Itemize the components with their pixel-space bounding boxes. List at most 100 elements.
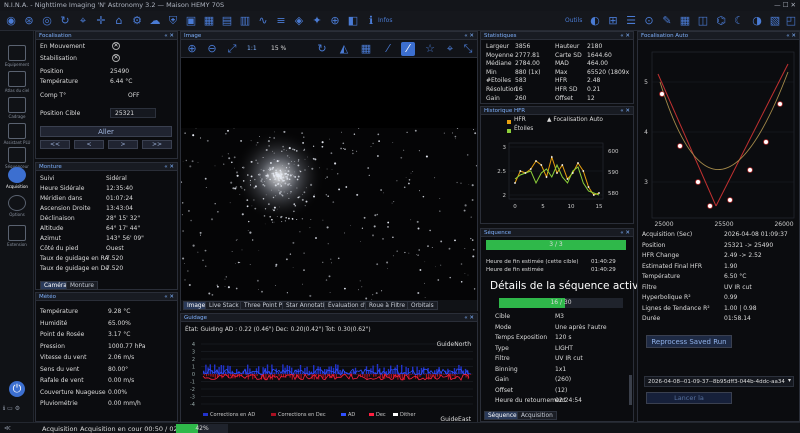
sidebar-item-cadrage[interactable]: Cadrage [1,97,33,119]
tool2-icon[interactable]: ⊞ [606,14,620,28]
rotator-icon[interactable]: ↻ [58,14,72,28]
status-label: Acquisition [42,425,78,433]
move-left-large-button[interactable]: << [40,140,70,149]
dome-icon[interactable]: ⌂ [112,14,126,28]
panel-close-icon[interactable]: « ✕ [164,163,174,171]
tab-star-annotation[interactable]: Star Annotati [282,301,329,310]
tab-acquisition[interactable]: Acquisition [517,411,557,420]
sidebar-item-acquisition[interactable]: Acquisition [1,167,33,189]
tab-sequence[interactable]: Séquence [484,411,521,420]
move-right-large-button[interactable]: >> [142,140,172,149]
panel-close-icon[interactable]: « ✕ [620,107,630,115]
move-right-button[interactable]: > [108,140,138,149]
weather-row-label: Sens du vent [40,365,80,373]
autofocus-icon[interactable]: ◈ [292,14,306,28]
saved-run-select[interactable]: 2026-04-08--01-09-37--8b95dff3-044b-4ddc… [644,376,794,387]
layers-icon[interactable]: ◧ [346,14,360,28]
infos-label[interactable]: Infos [378,17,392,24]
tab-orbitals[interactable]: Orbitals [407,301,438,310]
zoom-fit-icon[interactable]: ⤢ [225,42,239,56]
focuser-icon[interactable]: ◎ [40,14,54,28]
sidebar-item-options[interactable]: Options [1,195,33,217]
panel-close-icon[interactable]: « ✕ [620,32,630,40]
dec-correction-bar [357,374,359,375]
info-icon[interactable]: ℹ [364,14,378,28]
tool5-icon[interactable]: ✎ [660,14,674,28]
star-detect-icon[interactable]: ☆ [423,42,437,56]
plate-solve-icon[interactable]: ⤡ [461,42,475,56]
tool3-icon[interactable]: ☰ [624,14,638,28]
target-input[interactable]: 25321 [110,108,156,118]
move-left-button[interactable]: < [74,140,104,149]
sidebar-footer-icons[interactable]: ℹ ▭ ⚙ [3,405,20,412]
tool8-icon[interactable]: ⌬ [714,14,728,28]
reprocess-button[interactable]: Reprocess Saved Run [646,335,732,348]
sequence-icon[interactable]: ≡ [274,14,288,28]
tool11-icon[interactable]: ▧ [768,14,782,28]
switch-icon[interactable]: ⚙ [130,14,144,28]
panel-close-icon[interactable]: « ✕ [620,229,630,237]
chart-icon[interactable]: ▥ [238,14,252,28]
panel-close-icon[interactable]: « ✕ [164,32,174,40]
stats-icon[interactable]: ▤ [220,14,234,28]
window-controls[interactable]: — ☐ ✕ [774,0,796,11]
debayer-icon[interactable]: ⁄ [401,42,415,56]
power-icon[interactable]: ⏻ [9,381,25,397]
polar-icon[interactable]: ✦ [310,14,324,28]
sidebar-item-atlas[interactable]: Atlas du ciel [1,71,33,93]
safety-icon[interactable]: ⛨ [166,14,180,28]
weather-icon[interactable]: ☁ [148,14,162,28]
chevron-down-icon[interactable]: ▾ [788,377,791,384]
tool9-icon[interactable]: ☾ [732,14,746,28]
tab-three-point[interactable]: Three Point P [240,301,287,310]
guide-graph-icon[interactable]: ∿ [256,14,270,28]
panel-close-icon[interactable]: « ✕ [464,314,474,322]
telescope-icon[interactable]: ⌖ [76,14,90,28]
panel-close-icon[interactable]: « ✕ [164,293,174,301]
af-row-label: Température [642,273,681,280]
tool12-icon[interactable]: ◰ [784,14,798,28]
panel-close-icon[interactable]: « ✕ [464,32,474,40]
load-run-button[interactable]: Lancer la [646,392,732,404]
sequence-scrollbar[interactable] [629,375,632,405]
tool10-icon[interactable]: ◑ [750,14,764,28]
flip-icon[interactable]: ◭ [337,42,351,56]
star [361,286,363,288]
calculator-icon[interactable]: ▦ [678,14,692,28]
panel-close-icon[interactable]: « ✕ [786,32,796,40]
sidebar-item-extension[interactable]: Extension [1,225,33,247]
comp-toggle[interactable]: OFF [128,91,140,100]
tab-evaluation[interactable]: Évaluation d' [324,301,370,310]
zoom-1to1-button[interactable]: 1:1 [247,45,257,52]
tab-monture[interactable]: Monture [66,281,98,290]
plate-solve-icon[interactable]: ⊕ [328,14,342,28]
star-image[interactable] [181,128,477,300]
rotate-icon[interactable]: ↻ [315,42,329,56]
sidebar-item-assistant[interactable]: Assistant PLU [1,123,33,145]
star [204,177,207,180]
aller-button[interactable]: Aller [40,126,172,137]
status-chevron-icon[interactable]: ≪ [4,424,11,432]
flat-panel-icon[interactable]: ▣ [184,14,198,28]
sequence-panel: Séquence « ✕ 3 / 3 Heure de fin estimée (… [480,228,645,422]
tool7-icon[interactable]: ◫ [696,14,710,28]
crosshair-icon[interactable]: ▦ [359,42,373,56]
zoom-in-icon[interactable]: ⊕ [185,42,199,56]
sidebar-item-equipement[interactable]: Equipement [1,45,33,67]
tool1-icon[interactable]: ◐ [588,14,602,28]
guider-icon[interactable]: ✛ [94,14,108,28]
annotate-icon[interactable]: ⌖ [443,42,457,56]
tab-live-stack[interactable]: Live Stack [205,301,243,310]
star [332,201,335,203]
camera-icon[interactable]: ◉ [4,14,18,28]
zoom-out-icon[interactable]: ⊖ [205,42,219,56]
star [280,185,283,187]
image-icon[interactable]: ▦ [202,14,216,28]
outils-label[interactable]: Outils [565,17,582,24]
sidebar-item-sequenceur[interactable]: Séquenceur [1,147,33,169]
filter-wheel-icon[interactable]: ⊛ [22,14,36,28]
auto-stretch-icon[interactable]: ⁄ [381,42,395,56]
hfr-xtick: 5 [541,204,545,210]
tool4-icon[interactable]: ⊙ [642,14,656,28]
tab-filter-wheel[interactable]: Roue à Filtre [365,301,410,310]
